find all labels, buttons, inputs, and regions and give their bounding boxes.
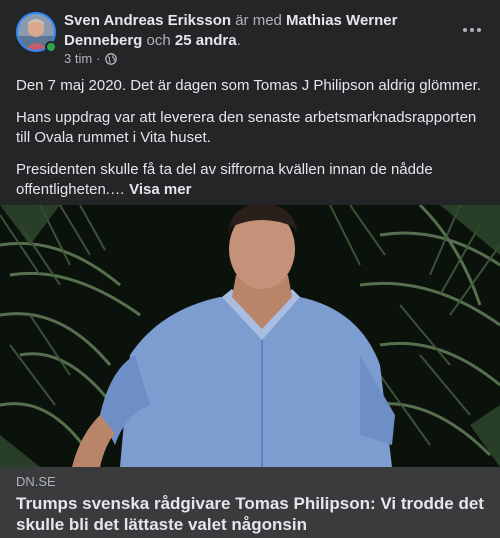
online-status-indicator	[45, 41, 57, 53]
more-dot-icon	[477, 28, 481, 32]
post-paragraph: Den 7 maj 2020. Det är dagen som Tomas J…	[16, 77, 481, 94]
see-more-link[interactable]: Visa mer	[129, 181, 191, 198]
post-timestamp-link[interactable]: 3 tim	[64, 51, 92, 66]
link-title[interactable]: Trumps svenska rådgivare Tomas Philipson…	[16, 493, 484, 535]
author-name-link[interactable]: Sven Andreas Eriksson	[64, 12, 231, 29]
post-header: Sven Andreas Eriksson är med Mathias Wer…	[0, 0, 500, 72]
more-dot-icon	[463, 28, 467, 32]
link-preview-card[interactable]: DN.SE Trumps svenska rådgivare Tomas Phi…	[0, 467, 500, 538]
globe-icon[interactable]	[104, 52, 117, 65]
with-text: är med	[235, 12, 282, 29]
post-meta: 3 tim ·	[64, 51, 117, 66]
post-paragraph-text: Presidenten skulle få ta del av siffrorn…	[16, 161, 433, 198]
link-domain: DN.SE	[16, 474, 56, 489]
post-paragraph: Hans uppdrag var att leverera den senast…	[16, 109, 477, 146]
feed-post: Sven Andreas Eriksson är med Mathias Wer…	[0, 0, 500, 538]
others-link[interactable]: 25 andra	[175, 32, 237, 49]
post-text: Den 7 maj 2020. Det är dagen som Tomas J…	[16, 76, 486, 212]
and-text: och	[146, 32, 171, 49]
more-dot-icon	[470, 28, 474, 32]
meta-separator: ·	[96, 51, 101, 66]
author-avatar-link[interactable]	[16, 12, 57, 53]
trailing-period: .	[236, 32, 241, 49]
man-portrait-photo	[0, 205, 500, 467]
more-options-button[interactable]	[460, 18, 484, 42]
post-paragraph: Presidenten skulle få ta del av siffrorn…	[16, 160, 486, 200]
post-header-text: Sven Andreas Eriksson är med Mathias Wer…	[64, 11, 434, 51]
link-preview-image[interactable]	[0, 205, 500, 467]
